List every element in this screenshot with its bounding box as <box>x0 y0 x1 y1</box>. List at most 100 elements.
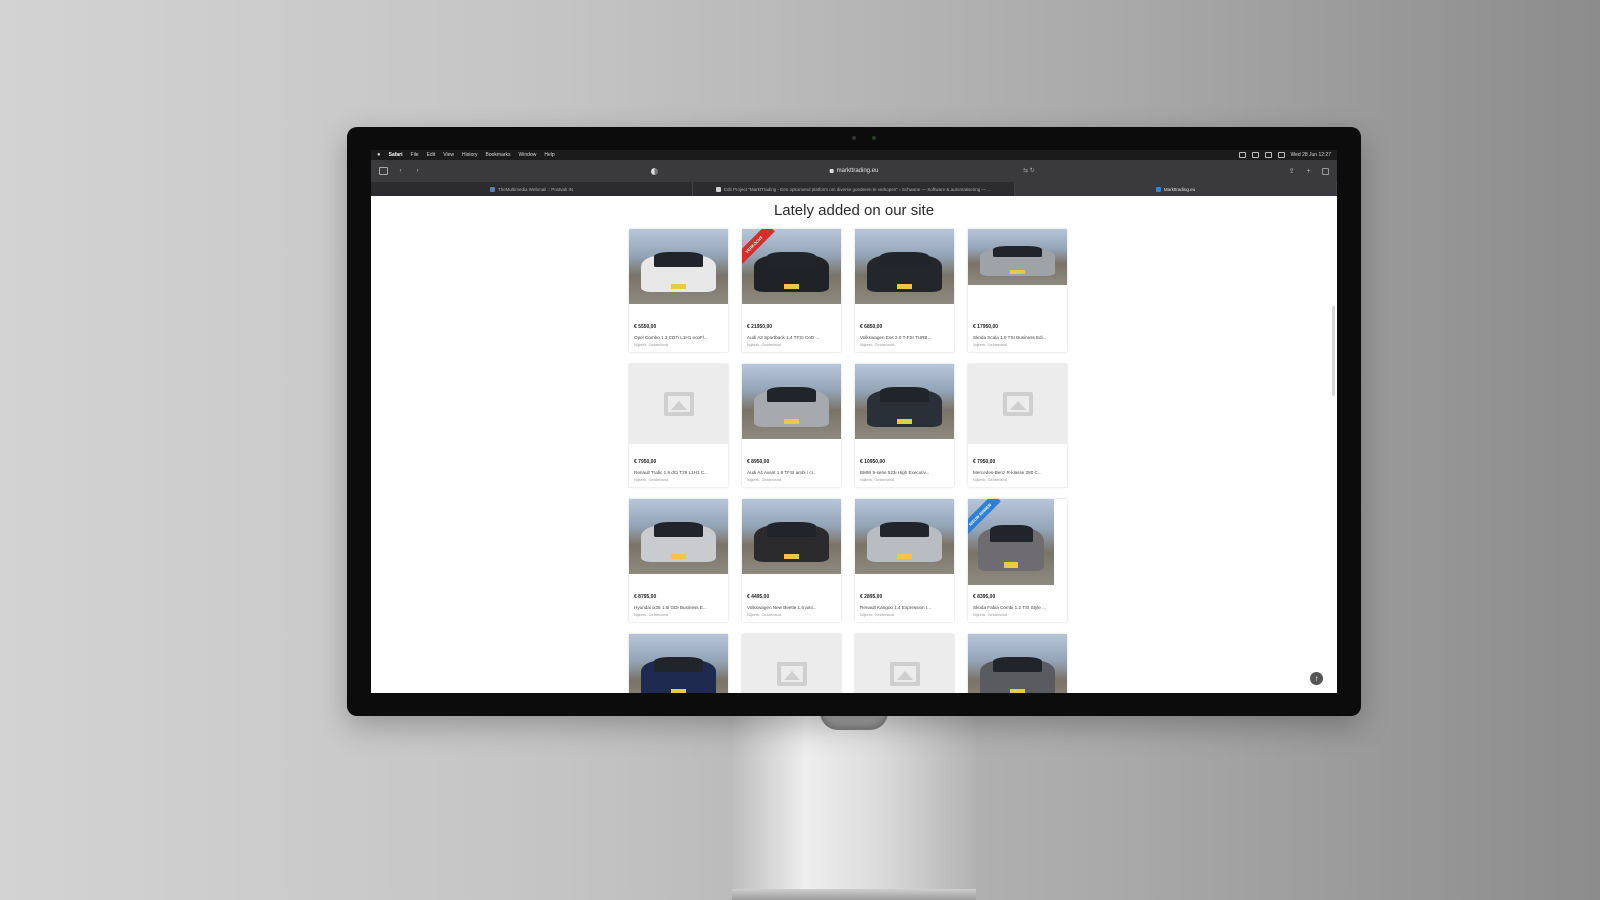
tab-edit-project[interactable]: Edit Project "MarktTrading - Een opkomen… <box>693 182 1015 196</box>
listing-photo <box>968 229 1067 285</box>
license-plate <box>896 553 913 559</box>
menubar-item-view[interactable]: View <box>443 152 454 158</box>
menubar-item-history[interactable]: History <box>462 152 478 158</box>
listing-info: € 7950,00 Renault Trafic 1.6 dCi T29 L1H1… <box>634 459 723 482</box>
menubar-item-edit[interactable]: Edit <box>427 152 436 158</box>
listing-card[interactable]: € 7950,00 Renault Trafic 1.6 dCi T29 L1H1… <box>629 364 728 487</box>
listing-card[interactable]: € 4495,00 Volkswagen New Beetle 1.6 ami..… <box>742 499 841 622</box>
listing-info: € 4495,00 Volkswagen New Beetle 1.6 ami..… <box>747 594 836 617</box>
lock-icon <box>829 169 834 173</box>
toolbar-right: ⇪ + <box>1288 167 1329 175</box>
image-placeholder-icon <box>776 662 807 686</box>
car-windshield <box>879 251 930 267</box>
battery-icon[interactable] <box>1238 152 1246 158</box>
sidebar-toggle-button[interactable] <box>379 167 388 175</box>
car-windshield <box>879 521 930 537</box>
listing-location: Nijkerk, Gelderland <box>634 612 669 617</box>
menubar-clock[interactable]: Wed 28 Jun 12:27 <box>1291 152 1332 158</box>
forward-button[interactable]: › <box>413 168 422 175</box>
listing-title[interactable]: Volkswagen New Beetle 1.6 ami... <box>747 605 836 610</box>
tab-webmail[interactable]: TheMultimedia Webmail :: Postvak IN <box>371 182 693 196</box>
menubar-item-window[interactable]: Window <box>519 152 537 158</box>
license-plate <box>1004 561 1018 568</box>
car-windshield <box>766 386 817 402</box>
listing-card[interactable]: € 2895,00 Renault Kangoo 1.4 Expression I… <box>855 499 954 622</box>
address-bar[interactable]: markttrading.eu <box>829 165 879 177</box>
listing-price: € 4495,00 <box>747 594 770 600</box>
listing-title[interactable]: Renault Kangoo 1.4 Expression I... <box>860 605 949 610</box>
webmail-favicon <box>490 186 496 192</box>
translate-icon[interactable]: ⇆ ↻ <box>1023 167 1035 174</box>
back-button[interactable]: ‹ <box>396 168 405 175</box>
share-icon[interactable]: ⇪ <box>1288 168 1295 175</box>
search-icon[interactable] <box>1264 152 1272 158</box>
listing-title[interactable]: Opel Combo 1.3 CDTi L1H1 ecoFl... <box>634 335 723 340</box>
listing-price: € 2895,00 <box>860 594 883 600</box>
camera-indicator <box>872 136 876 140</box>
listing-card[interactable]: € 8950,00 Audi A4 Avant 1.8 TFSI ambi / c… <box>742 364 841 487</box>
license-plate <box>783 553 800 559</box>
listing-title[interactable]: Hyundai ix35 1.6i GDI Business E... <box>634 605 723 610</box>
license-plate <box>783 283 800 289</box>
listing-card[interactable] <box>742 634 841 693</box>
control-center-icon[interactable] <box>1277 152 1285 158</box>
scroll-to-top-button[interactable]: ↑ <box>1310 672 1323 685</box>
image-placeholder-icon <box>1002 392 1033 416</box>
listing-card[interactable]: € 5550,00 Opel Combo 1.3 CDTi L1H1 ecoFl.… <box>629 229 728 352</box>
listing-title[interactable]: Skoda Scala 1.0 TSI Business Edi... <box>973 335 1062 340</box>
listing-photo <box>629 229 728 304</box>
status-icons: Wed 28 Jun 12:27 <box>1238 152 1332 158</box>
listing-card[interactable] <box>968 634 1067 693</box>
camera-dot <box>852 136 856 140</box>
listing-price: € 5550,00 <box>634 324 657 330</box>
listing-title[interactable]: Audi A3 Sportback 1.4 TFSI CoD ... <box>747 335 836 340</box>
listing-info: € 17950,00 Skoda Scala 1.0 TSI Business E… <box>973 324 1062 347</box>
safari-toolbar: ‹ › markttrading.eu ⇆ ↻ ⇪ + <box>371 160 1337 182</box>
listing-title[interactable]: Renault Trafic 1.6 dCi T29 L1H1 C... <box>634 470 723 475</box>
monitor-stand-base <box>732 889 976 900</box>
listing-location: Nijkerk, Gelderland <box>860 477 895 482</box>
listing-info: € 8950,00 Audi A4 Avant 1.8 TFSI ambi / c… <box>747 459 836 482</box>
listing-title[interactable]: Mercedes-Benz R-klasse 280 C... <box>973 470 1062 475</box>
apple-icon[interactable]: ● <box>377 152 381 158</box>
new-tab-icon[interactable]: + <box>1305 168 1312 175</box>
menubar-item-file[interactable]: File <box>411 152 419 158</box>
listing-info: € 10950,00 BMW 5-serie 523i High Executiv… <box>860 459 949 482</box>
listing-info: € 7950,00 Mercedes-Benz R-klasse 280 C...… <box>973 459 1062 482</box>
car-windshield <box>992 656 1043 672</box>
listing-card[interactable]: € 7950,00 Mercedes-Benz R-klasse 280 C...… <box>968 364 1067 487</box>
arrow-up-icon: ↑ <box>1314 674 1319 683</box>
listing-info: € 6850,00 Volkswagen Eos 2.0 T-FSI TURB..… <box>860 324 949 347</box>
menubar-item-bookmarks[interactable]: Bookmarks <box>486 152 511 158</box>
listing-price: € 7950,00 <box>973 459 996 465</box>
listing-title[interactable]: BMW 5-serie 523i High Executiv... <box>860 470 949 475</box>
listing-card[interactable]: € 6850,00 Volkswagen Eos 2.0 T-FSI TURB..… <box>855 229 954 352</box>
privacy-report-button[interactable] <box>650 167 659 175</box>
listing-card[interactable]: NIEUW BINNEN € 8395,00 Skoda Fabia Combi 1… <box>968 499 1067 622</box>
listing-price: € 7950,00 <box>634 459 657 465</box>
listing-card[interactable] <box>629 634 728 693</box>
car-windshield <box>653 521 704 537</box>
scrollbar[interactable] <box>1332 306 1335 396</box>
listing-photo <box>742 499 841 574</box>
menubar-item-help[interactable]: Help <box>544 152 554 158</box>
listing-card[interactable]: € 8795,00 Hyundai ix35 1.6i GDI Business … <box>629 499 728 622</box>
listing-title[interactable]: Audi A4 Avant 1.8 TFSI ambi / ci... <box>747 470 836 475</box>
listing-card[interactable]: € 10950,00 BMW 5-serie 523i High Executiv… <box>855 364 954 487</box>
listing-info: € 5550,00 Opel Combo 1.3 CDTi L1H1 ecoFl.… <box>634 324 723 347</box>
menubar-app-name[interactable]: Safari <box>389 152 403 158</box>
address-url: markttrading.eu <box>836 168 879 174</box>
listing-title[interactable]: Volkswagen Eos 2.0 T-FSI TURB... <box>860 335 949 340</box>
listing-card[interactable]: € 17950,00 Skoda Scala 1.0 TSI Business E… <box>968 229 1067 352</box>
listing-title[interactable]: Skoda Fabia Combi 1.2 TSI Style ... <box>973 605 1062 610</box>
listing-photo: NIEUW BINNEN <box>968 499 1054 585</box>
tab-markttrading[interactable]: Markttrading.eu <box>1015 182 1337 196</box>
screen: ● Safari File Edit View History Bookmark… <box>371 150 1337 693</box>
listing-image-placeholder <box>629 364 728 444</box>
wifi-icon[interactable] <box>1251 152 1259 158</box>
listing-card[interactable] <box>855 634 954 693</box>
listing-card[interactable]: VERKOCHT € 21950,00 Audi A3 Sportback 1.4 … <box>742 229 841 352</box>
listing-grid: € 5550,00 Opel Combo 1.3 CDTi L1H1 ecoFl.… <box>629 229 1067 693</box>
listing-location: Nijkerk, Gelderland <box>973 612 1008 617</box>
tab-overview-icon[interactable] <box>1322 167 1329 175</box>
